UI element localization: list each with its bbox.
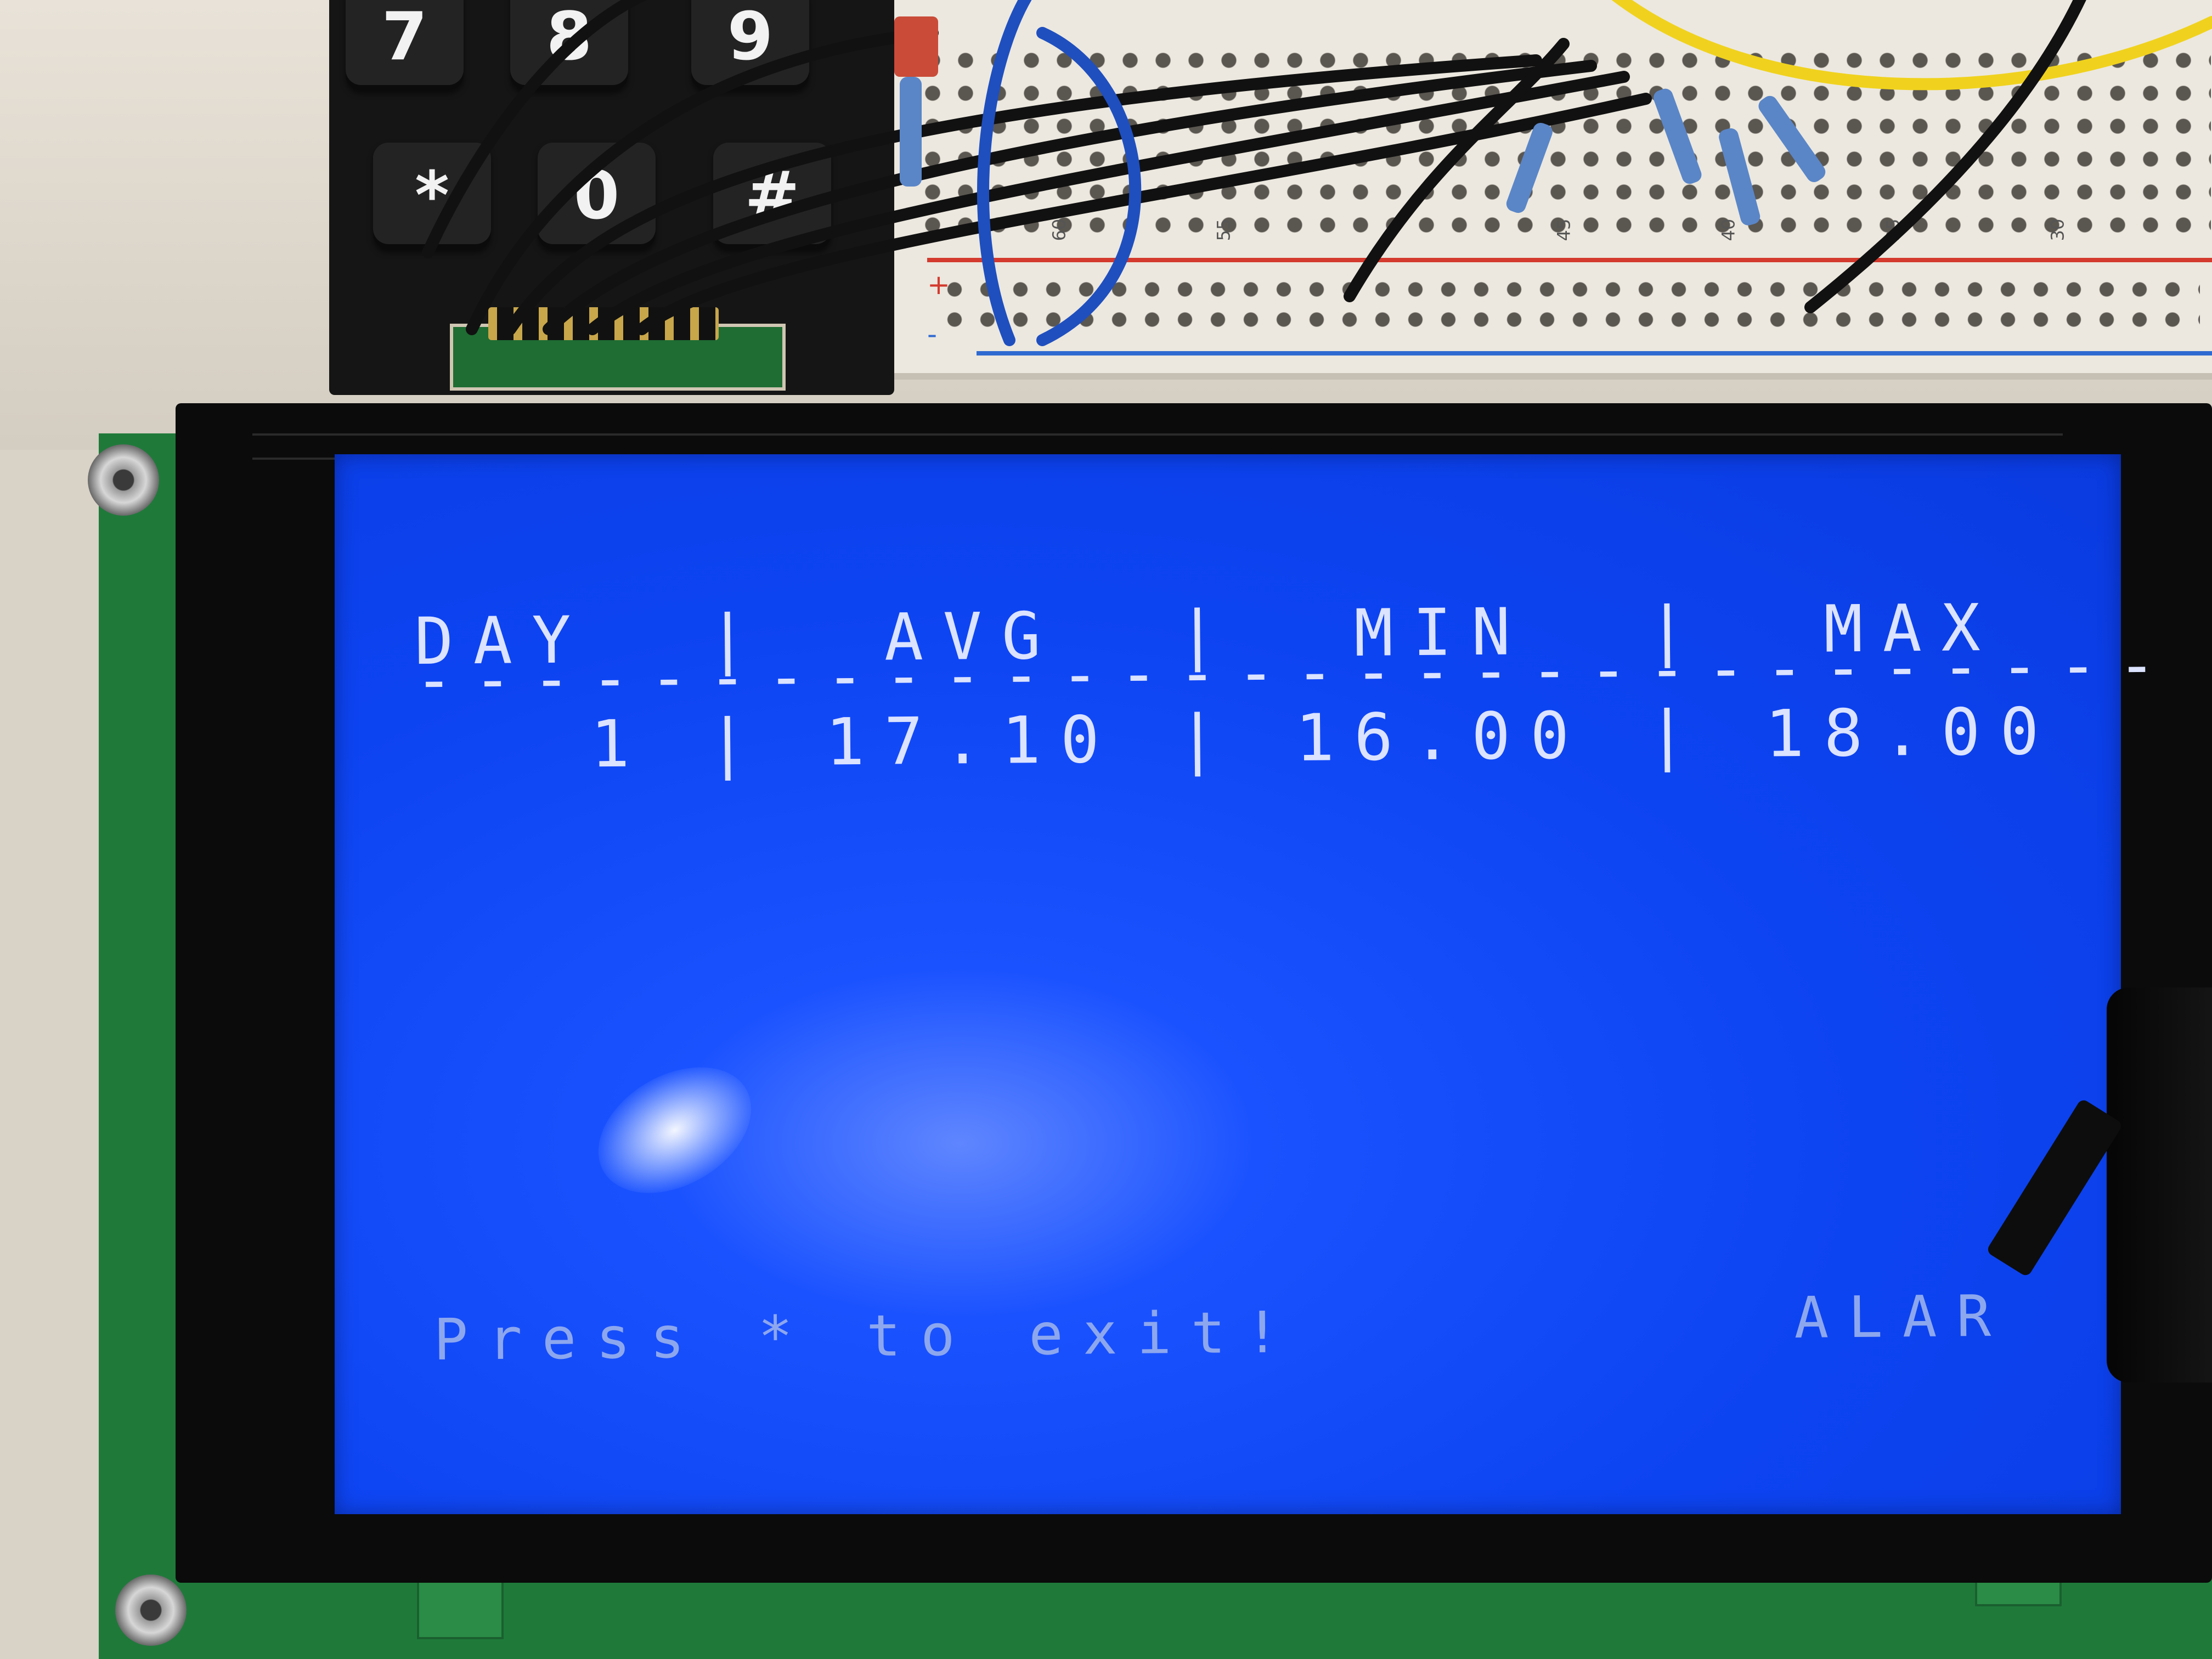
wire-blue [977, 0, 1032, 346]
mount-screw [115, 1575, 187, 1646]
alarm-indicator: ALAR [1793, 1282, 2011, 1351]
exit-hint: Press * to exit! [433, 1299, 1300, 1373]
resistor [1506, 122, 1553, 213]
cable-cover [2107, 988, 2212, 1383]
resistor [1653, 88, 1702, 184]
wire-black [422, 0, 647, 258]
resistor [900, 77, 922, 187]
table-row: 1 | 17.10 | 16.00 | 18.00 [414, 693, 2059, 783]
resistor [1758, 95, 1826, 182]
mount-screw [88, 444, 159, 516]
connector-red [894, 16, 938, 77]
resistor [1719, 128, 1760, 225]
wire-yellow [1611, 0, 2212, 91]
wire-black [1804, 0, 2086, 313]
